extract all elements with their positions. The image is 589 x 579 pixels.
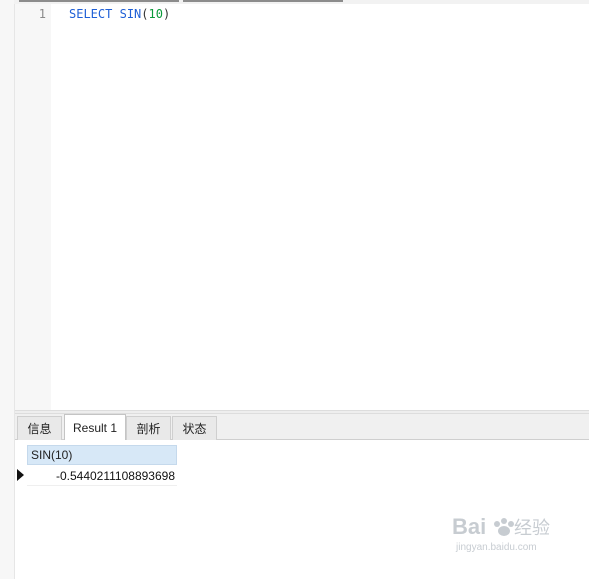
svg-text:经验: 经验: [514, 518, 550, 539]
query-tab[interactable]: [183, 0, 343, 2]
sql-keyword: SELECT: [69, 7, 113, 21]
svg-text:Bai: Bai: [452, 514, 486, 539]
code-line[interactable]: SELECT SIN(10): [69, 7, 170, 21]
tab-info[interactable]: 信息: [17, 416, 62, 440]
current-row-indicator-icon: [17, 469, 24, 481]
result-cell[interactable]: -0.5440211108893698: [27, 466, 177, 486]
baidu-jingyan-watermark-logo: Bai 经验 jingyan.baidu.com: [452, 512, 562, 554]
line-number-gutter: 1: [15, 4, 51, 410]
left-panel-edge: [0, 0, 15, 579]
query-tab[interactable]: [19, 0, 179, 2]
tab-result-1[interactable]: Result 1: [64, 414, 126, 440]
sql-function-name: SIN: [119, 7, 142, 21]
result-tab-bar: 信息 Result 1 剖析 状态: [15, 414, 589, 440]
close-paren: ): [162, 7, 171, 21]
svg-text:jingyan.baidu.com: jingyan.baidu.com: [455, 542, 537, 553]
column-header-sin10[interactable]: SIN(10): [27, 445, 177, 465]
numeric-literal: 10: [148, 7, 163, 21]
line-number: 1: [38, 7, 46, 21]
sql-query-window: 1 SELECT SIN(10) 信息 Result 1 剖析 状态 SIN(1…: [0, 0, 589, 579]
open-paren: (: [141, 7, 149, 21]
tab-status[interactable]: 状态: [172, 416, 217, 440]
sql-editor[interactable]: 1 SELECT SIN(10): [15, 4, 589, 410]
result-panel: SIN(10) -0.5440211108893698: [15, 440, 589, 579]
tab-profile[interactable]: 剖析: [126, 416, 171, 440]
